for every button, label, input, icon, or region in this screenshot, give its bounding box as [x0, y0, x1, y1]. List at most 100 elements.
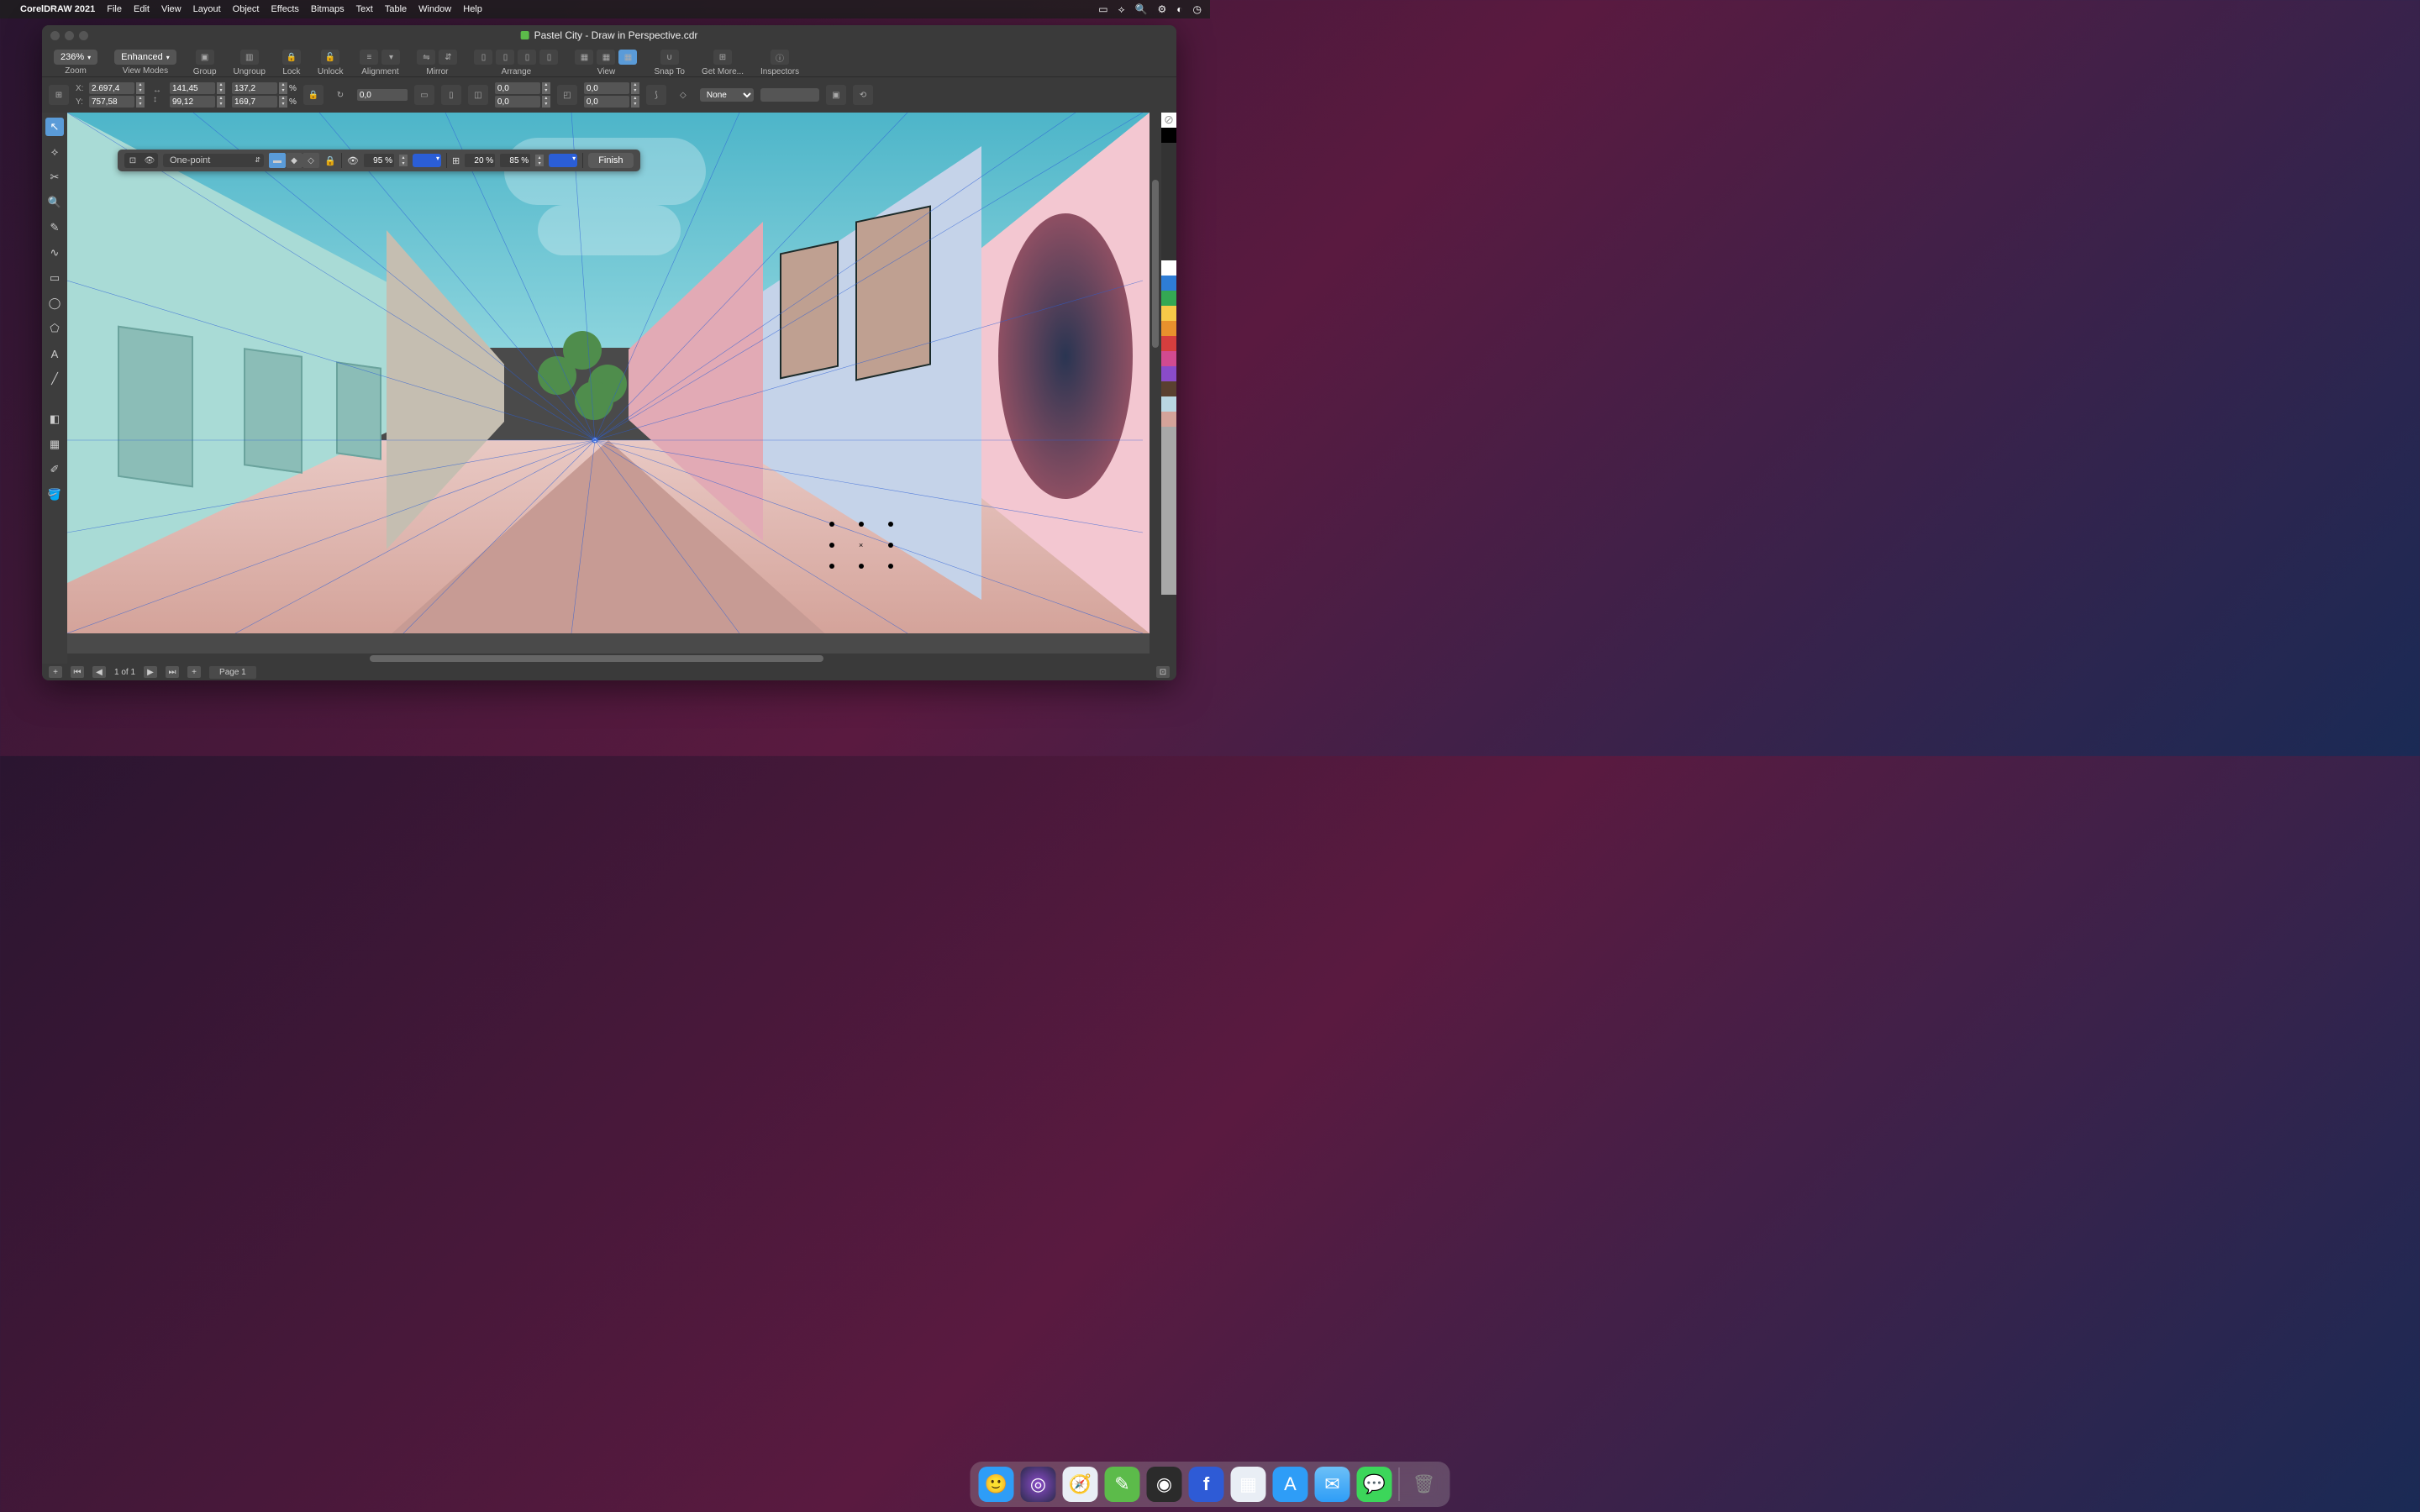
zoom-dropdown[interactable]: 236%	[54, 50, 97, 65]
opacity-1-input[interactable]	[364, 154, 394, 167]
group-icon[interactable]: ▣	[196, 50, 214, 65]
close-button[interactable]	[50, 31, 60, 40]
sx-spinner[interactable]: ▴▾	[279, 82, 287, 94]
add-page-after-button[interactable]: +	[187, 666, 201, 678]
dock-camera[interactable]: ◉	[1147, 1467, 1182, 1502]
line-tool[interactable]: ╱	[45, 370, 64, 388]
dock-facebook[interactable]: f	[1189, 1467, 1224, 1502]
x-spinner[interactable]: ▴▾	[136, 82, 145, 94]
menu-help[interactable]: Help	[463, 4, 482, 14]
battery-icon[interactable]: ▭	[1098, 3, 1107, 16]
dock-appstore[interactable]: A	[1273, 1467, 1308, 1502]
minimize-button[interactable]	[65, 31, 74, 40]
origin-icon[interactable]: ⊞	[49, 85, 69, 105]
lock-ratio-icon[interactable]: 🔒	[303, 85, 324, 105]
swatch-purple[interactable]	[1161, 366, 1176, 381]
view-icon-1[interactable]: ▦	[575, 50, 593, 65]
zoom-tool[interactable]: 🔍	[45, 193, 64, 212]
app-name[interactable]: CorelDRAW 2021	[20, 4, 95, 14]
polygon-tool[interactable]: ⬠	[45, 319, 64, 338]
y-spinner[interactable]: ▴▾	[136, 96, 145, 108]
opacity-2-input[interactable]	[465, 154, 495, 167]
dock-safari[interactable]: 🧭	[1063, 1467, 1098, 1502]
color-1-dropdown[interactable]	[413, 154, 441, 167]
align-drop-icon[interactable]: ▾	[381, 50, 400, 65]
selection-handles[interactable]: ×	[832, 524, 891, 566]
dock-mail[interactable]: ✉	[1315, 1467, 1350, 1502]
plane-top[interactable]: ◆	[286, 153, 302, 168]
plane-side[interactable]: ◇	[302, 153, 319, 168]
scale-y-input[interactable]	[232, 96, 277, 108]
height-input[interactable]	[170, 96, 215, 108]
eye-icon[interactable]: 👁	[347, 155, 359, 166]
view-icon-2[interactable]: ▦	[597, 50, 615, 65]
op3-spinner[interactable]: ▴▾	[535, 155, 544, 166]
vertical-scrollbar[interactable]	[1150, 113, 1161, 664]
arrange-icon-3[interactable]: ▯	[518, 50, 536, 65]
swatch[interactable]	[1161, 143, 1176, 260]
view-mode-dropdown[interactable]: Enhanced	[114, 50, 176, 65]
convert-icon[interactable]: ⟲	[853, 85, 873, 105]
getmore-icon[interactable]: ⊞	[713, 50, 732, 65]
flip-icon-3[interactable]: ◫	[468, 85, 488, 105]
next-page-button[interactable]: ▶	[144, 666, 157, 678]
menu-bitmaps[interactable]: Bitmaps	[311, 4, 345, 14]
swatch-green[interactable]	[1161, 291, 1176, 306]
control-center-icon[interactable]: ⚙	[1158, 3, 1167, 16]
op1-spinner[interactable]: ▴▾	[399, 155, 408, 166]
rectangle-tool[interactable]: ▭	[45, 269, 64, 287]
swatch-magenta[interactable]	[1161, 351, 1176, 366]
angle-input[interactable]	[357, 89, 408, 101]
dock-messages[interactable]: 💬	[1357, 1467, 1392, 1502]
outline-width-select[interactable]	[760, 88, 819, 102]
persp-toggle-eye[interactable]: 👁	[141, 153, 158, 168]
grid-icon[interactable]: ⊞	[452, 155, 460, 166]
menu-edit[interactable]: Edit	[134, 4, 150, 14]
w-spinner[interactable]: ▴▾	[217, 82, 225, 94]
menu-view[interactable]: View	[161, 4, 182, 14]
horizontal-scrollbar[interactable]	[67, 654, 1150, 664]
swatch-lightblue[interactable]	[1161, 396, 1176, 412]
scale-x-input[interactable]	[232, 82, 277, 94]
menu-table[interactable]: Table	[385, 4, 407, 14]
swatch-blue[interactable]	[1161, 276, 1176, 291]
corner-x-input[interactable]	[584, 82, 629, 94]
text-tool[interactable]: A	[45, 344, 64, 363]
menu-file[interactable]: File	[107, 4, 122, 14]
freehand-tool[interactable]: ✎	[45, 218, 64, 237]
lock-plane-icon[interactable]: 🔒	[324, 155, 336, 166]
unlock-icon[interactable]: 🔓	[321, 50, 339, 65]
dock-coreldraw[interactable]: ✎	[1105, 1467, 1140, 1502]
dock-launchpad[interactable]: ▦	[1231, 1467, 1266, 1502]
persp-toggle-1[interactable]: ⊡	[124, 153, 141, 168]
first-page-button[interactable]: ⏮	[71, 666, 84, 678]
width-input[interactable]	[170, 82, 215, 94]
dock-trash[interactable]: 🗑	[1407, 1467, 1442, 1502]
eyedropper-tool[interactable]: ✐	[45, 460, 64, 479]
snap-icon[interactable]: ∪	[660, 50, 679, 65]
ellipse-tool[interactable]: ◯	[45, 294, 64, 312]
menu-window[interactable]: Window	[418, 4, 451, 14]
menu-object[interactable]: Object	[233, 4, 260, 14]
swatch-gray[interactable]	[1161, 427, 1176, 595]
canvas-area[interactable]: ×	[67, 113, 1150, 664]
maximize-button[interactable]	[79, 31, 88, 40]
last-page-button[interactable]: ⏭	[166, 666, 179, 678]
menu-text[interactable]: Text	[356, 4, 373, 14]
mirror-h-icon[interactable]: ⇋	[417, 50, 435, 65]
fill-tool[interactable]: 🪣	[45, 486, 64, 504]
arrange-icon-4[interactable]: ▯	[539, 50, 558, 65]
dock-siri[interactable]: ◎	[1021, 1467, 1056, 1502]
corner-icon[interactable]: ◰	[557, 85, 577, 105]
view-icon-3[interactable]: ▦	[618, 50, 637, 65]
curve-icon[interactable]: ⟆	[646, 85, 666, 105]
h-spinner[interactable]: ▴▾	[217, 96, 225, 108]
prev-page-button[interactable]: ◀	[92, 666, 106, 678]
navigator-icon[interactable]: ⊡	[1156, 666, 1170, 678]
dock-finder[interactable]: 🙂	[979, 1467, 1014, 1502]
crop-tool[interactable]: ✂	[45, 168, 64, 186]
arrange-icon-2[interactable]: ▯	[496, 50, 514, 65]
pick-tool[interactable]: ↖	[45, 118, 64, 136]
opacity-3-input[interactable]	[500, 154, 530, 167]
sy-spinner[interactable]: ▴▾	[279, 96, 287, 108]
